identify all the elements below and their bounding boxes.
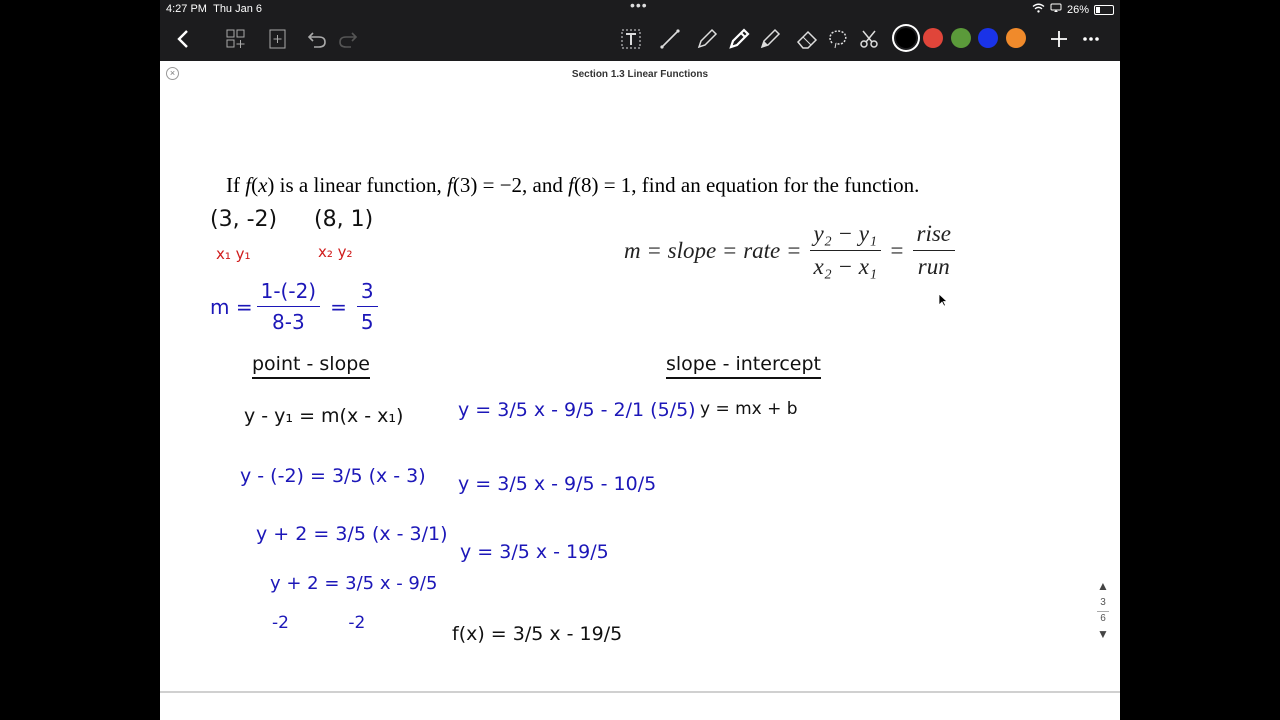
add-icon[interactable] bbox=[1044, 24, 1074, 54]
color-swatch-blue[interactable] bbox=[978, 28, 998, 48]
status-time: 4:27 PM Thu Jan 6 bbox=[166, 3, 263, 15]
point-slope-step-3: y + 2 = 3/5 x - 9/5 bbox=[270, 573, 438, 594]
rise-run-fraction: rise run bbox=[912, 221, 955, 280]
slope-calculation: m = 1-(-2) 8-3 = 35 bbox=[210, 279, 378, 334]
solve-step-3: y = 3/5 x - 19/5 bbox=[460, 541, 609, 563]
pen-icon[interactable] bbox=[692, 24, 722, 54]
page-navigator: ▲ 3 6 ▼ bbox=[1094, 579, 1112, 641]
point-two: (8, 1) bbox=[314, 207, 374, 232]
text-tool-icon[interactable] bbox=[616, 24, 646, 54]
document-page[interactable]: × Section 1.3 Linear Functions If f(x) i… bbox=[160, 61, 1120, 720]
battery-percent: 26% bbox=[1066, 3, 1089, 16]
highlighter-icon[interactable] bbox=[724, 24, 754, 54]
total-pages: 6 bbox=[1100, 613, 1106, 624]
screen-mirroring-icon bbox=[1050, 3, 1062, 16]
eraser-icon[interactable] bbox=[792, 24, 822, 54]
point-one: (3, -2) bbox=[210, 207, 278, 232]
document-title: Section 1.3 Linear Functions bbox=[571, 69, 709, 80]
line-tool-icon[interactable] bbox=[655, 24, 685, 54]
battery-icon bbox=[1094, 4, 1114, 15]
previous-page-icon[interactable]: ▲ bbox=[1094, 579, 1112, 593]
final-answer: f(x) = 3/5 x - 19/5 bbox=[452, 623, 623, 645]
slope-formula: m = slope = rate = y₂ − y₁ x₂ − x₁ = ris… bbox=[624, 221, 955, 280]
next-page-icon[interactable]: ▼ bbox=[1094, 627, 1112, 641]
point-slope-formula: y - y₁ = m(x - x₁) bbox=[244, 405, 404, 427]
labels-point-two: x₂ y₂ bbox=[318, 243, 353, 261]
multitasking-dots-icon[interactable]: ••• bbox=[630, 0, 648, 13]
slope-intercept-heading: slope - intercept bbox=[666, 353, 821, 379]
pencil-icon[interactable] bbox=[755, 24, 785, 54]
redo-icon[interactable] bbox=[333, 24, 363, 54]
add-page-icon[interactable] bbox=[263, 24, 293, 54]
lasso-icon[interactable] bbox=[823, 24, 853, 54]
point-slope-step-2: y + 2 = 3/5 (x - 3/1) bbox=[256, 523, 448, 545]
color-swatch-orange[interactable] bbox=[1006, 28, 1026, 48]
solve-step-2: y = 3/5 x - 9/5 - 10/5 bbox=[458, 473, 657, 495]
solve-step-1: y = 3/5 x - 9/5 - 2/1 (5/5) bbox=[458, 399, 696, 421]
slope-intercept-formula: y = mx + b bbox=[700, 399, 798, 419]
problem-statement: If f(x) is a linear function, f(3) = −2,… bbox=[226, 173, 920, 197]
color-swatch-black[interactable] bbox=[896, 28, 916, 48]
labels-point-one: x₁ y₁ bbox=[216, 245, 251, 263]
thumbnails-icon[interactable] bbox=[221, 24, 251, 54]
back-icon[interactable] bbox=[169, 24, 199, 54]
current-page: 3 bbox=[1100, 597, 1106, 608]
more-icon[interactable] bbox=[1076, 24, 1106, 54]
pointer-cursor-icon bbox=[938, 293, 949, 312]
scissors-icon[interactable] bbox=[854, 24, 884, 54]
slope-fraction: y₂ − y₁ x₂ − x₁ bbox=[809, 221, 881, 280]
point-slope-step-4: -2 -2 bbox=[272, 613, 366, 633]
point-slope-step-1: y - (-2) = 3/5 (x - 3) bbox=[240, 465, 426, 487]
status-bar: 4:27 PM Thu Jan 6 ••• 26% bbox=[160, 0, 1120, 18]
point-slope-heading: point - slope bbox=[252, 353, 370, 379]
wifi-icon bbox=[1032, 3, 1045, 16]
undo-icon[interactable] bbox=[302, 24, 332, 54]
color-swatch-red[interactable] bbox=[923, 28, 943, 48]
page-divider bbox=[160, 691, 1120, 693]
toolbar bbox=[160, 18, 1120, 61]
color-swatch-green[interactable] bbox=[951, 28, 971, 48]
